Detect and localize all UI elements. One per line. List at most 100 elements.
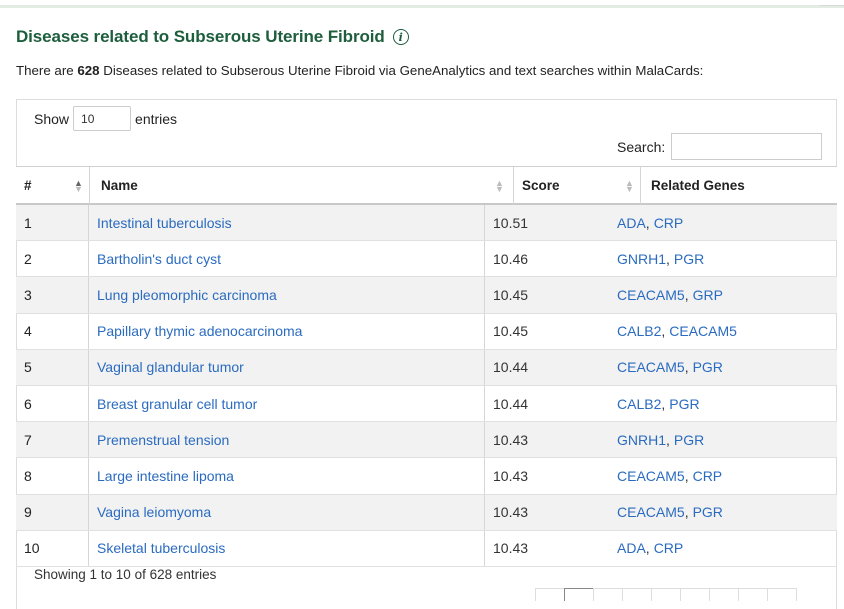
section-title: Diseases related to Subserous Uterine Fi… [16,27,385,46]
row-number: 3 [16,277,89,313]
gene-link[interactable]: CALB2 [617,396,661,412]
pagination [535,588,797,601]
column-label-num: # [24,178,32,193]
gene-separator: , [684,504,689,521]
related-genes-cell: ADA, CRP [613,205,683,240]
row-number: 10 [16,530,89,566]
disease-link[interactable]: Vagina leiomyoma [97,504,211,520]
score-cell: 10.43 [493,504,529,521]
score-cell: 10.44 [493,395,529,412]
gene-link[interactable]: CRP [654,540,684,556]
disease-link[interactable]: Breast granular cell tumor [97,396,257,412]
gene-link[interactable]: GNRH1 [617,251,666,267]
disease-name-cell: Lung pleomorphic carcinoma [89,277,485,313]
gene-link[interactable]: CEACAM5 [617,359,685,375]
gene-link[interactable]: PGR [693,359,723,375]
gene-link[interactable]: PGR [674,251,704,267]
pagination-previous[interactable] [535,588,565,601]
gene-link[interactable]: ADA [617,540,646,556]
related-genes-cell: ADA, CRP [613,531,683,566]
show-label: Show [34,110,70,127]
disease-name-cell: Large intestine lipoma [89,458,485,494]
sort-arrows-icon: ▲ ▼ [625,178,634,194]
gene-separator: , [661,323,666,340]
related-genes-cell: GNRH1, PGR [613,422,704,457]
gene-link[interactable]: CRP [693,468,723,484]
row-number: 6 [16,385,89,422]
disease-link[interactable]: Skeletal tuberculosis [97,540,225,556]
related-genes-cell: CEACAM5, GRP [613,277,723,312]
section-summary: There are 628 Diseases related to Subser… [16,63,703,78]
row-number: 2 [16,241,89,277]
entries-length-control: Show 10 entries [34,106,177,131]
disease-name-cell: Papillary thymic adenocarcinoma [89,313,485,349]
related-genes-cell: CEACAM5, CRP [613,458,722,493]
score-cell: 10.43 [493,431,529,448]
pagination-page-current[interactable] [564,588,594,601]
gene-link[interactable]: GRP [693,287,723,303]
disease-name-cell: Vagina leiomyoma [89,494,485,530]
table-body: 1 Intestinal tuberculosis 10.51 ADA, CRP 2 Bar… [16,205,837,567]
sort-arrows-icon: ▲ ▼ [495,178,504,194]
related-genes-cell: CEACAM5, PGR [613,350,723,385]
disease-name-cell: Vaginal glandular tumor [89,349,485,385]
gene-separator: , [666,431,670,448]
score-cell: 10.43 [493,540,529,557]
gene-separator: , [661,395,666,412]
disease-link[interactable]: Premenstrual tension [97,432,229,448]
column-header-name[interactable]: Name [89,167,485,204]
disease-name-cell: Breast granular cell tumor [89,385,485,422]
disease-link[interactable]: Lung pleomorphic carcinoma [97,287,277,303]
disease-link[interactable]: Intestinal tuberculosis [97,215,232,231]
disease-link[interactable]: Large intestine lipoma [97,468,234,484]
disease-link[interactable]: Bartholin's duct cyst [97,251,221,267]
summary-count: 628 [77,63,100,78]
gene-link[interactable]: GNRH1 [617,432,666,448]
pagination-page[interactable] [593,588,623,601]
pagination-page[interactable] [622,588,652,601]
row-number: 4 [16,313,89,349]
gene-link[interactable]: PGR [693,504,723,520]
related-genes-cell: CALB2, PGR [613,386,700,421]
disease-name-cell: Skeletal tuberculosis [89,530,485,566]
search-input[interactable] [671,133,823,160]
gene-link[interactable]: ADA [617,215,646,231]
gene-link[interactable]: CEACAM5 [617,504,685,520]
gene-link[interactable]: CEACAM5 [617,468,685,484]
summary-suffix: Diseases related to Subserous Uterine Fi… [99,63,704,78]
row-number: 8 [16,458,89,494]
pagination-page[interactable] [651,588,681,601]
column-header-related-genes[interactable]: Related Genes [640,167,836,204]
pagination-page[interactable] [709,588,739,601]
gene-separator: , [684,286,689,303]
gene-separator: , [666,250,670,267]
top-right-divider [819,0,844,6]
top-divider [0,5,844,8]
row-number: 5 [16,349,89,385]
pagination-next[interactable] [767,588,797,601]
gene-link[interactable]: CEACAM5 [669,323,737,339]
gene-link[interactable]: PGR [674,432,704,448]
summary-prefix: There are [16,63,78,78]
gene-link[interactable]: PGR [669,396,699,412]
table-header: # ▲ ▼ Name ▲ ▼ Score ▲ ▼ Related Genes [16,166,837,205]
row-number: 7 [16,422,89,458]
gene-link[interactable]: CEACAM5 [617,287,685,303]
disease-link[interactable]: Vaginal glandular tumor [97,359,244,375]
gene-link[interactable]: CALB2 [617,323,661,339]
table-row: 6 Breast granular cell tumor 10.44 CALB2, PG… [16,385,837,423]
score-cell: 10.44 [493,359,529,376]
disease-link[interactable]: Papillary thymic adenocarcinoma [97,323,302,339]
column-label-score: Score [522,178,560,193]
info-icon[interactable]: i [392,29,409,45]
related-genes-cell: GNRH1, PGR [613,241,704,276]
gene-link[interactable]: CRP [654,215,684,231]
pagination-page[interactable] [680,588,710,601]
related-genes-cell: CALB2, CEACAM5 [613,314,737,349]
pagination-page[interactable] [738,588,768,601]
related-genes-cell: CEACAM5, PGR [613,495,723,530]
gene-separator: , [684,467,689,484]
section-header: Diseases related to Subserous Uterine Fi… [16,27,409,47]
entries-select[interactable]: 10 [73,106,132,131]
table-row: 8 Large intestine lipoma 10.43 CEACAM5, CRP [16,458,837,495]
